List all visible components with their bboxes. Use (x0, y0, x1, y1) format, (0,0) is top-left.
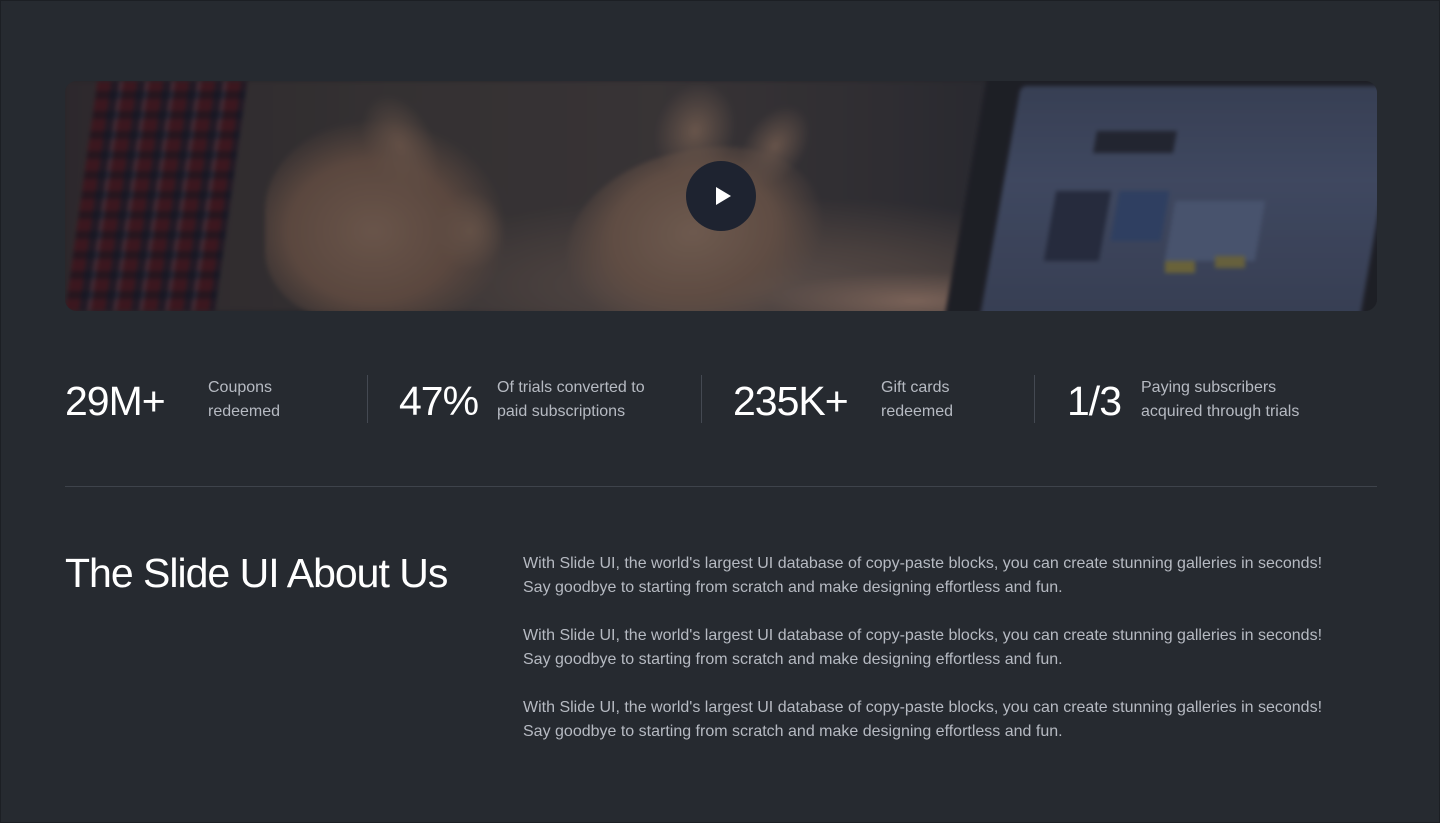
about-paragraph: With Slide UI, the world's largest UI da… (523, 555, 1323, 596)
stat-value: 47% (399, 377, 479, 424)
about-paragraph: With Slide UI, the world's largest UI da… (523, 627, 1323, 668)
stat-value: 29M+ (65, 377, 166, 424)
stat-divider (367, 375, 368, 423)
page: 29M+ Coupons redeemed 47% Of trials conv… (0, 0, 1440, 823)
about-paragraph: With Slide UI, the world's largest UI da… (523, 699, 1323, 740)
stat-divider (1034, 375, 1035, 423)
stats-row: 29M+ Coupons redeemed 47% Of trials conv… (65, 371, 1377, 431)
stat-coupons: 29M+ Coupons redeemed (65, 371, 280, 431)
play-icon (715, 187, 731, 205)
stat-gift-cards: 235K+ Gift cards redeemed (733, 371, 953, 431)
play-video-button[interactable] (686, 161, 756, 231)
stat-divider (701, 375, 702, 423)
stat-label: Paying subscribers acquired through tria… (1141, 379, 1300, 420)
about-description: With Slide UI, the world's largest UI da… (523, 552, 1393, 768)
stat-value: 235K+ (733, 377, 849, 424)
stat-value: 1/3 (1067, 377, 1122, 424)
stat-label: Of trials converted to paid subscription… (497, 379, 645, 420)
section-divider (65, 486, 1377, 487)
stat-paying-subscribers: 1/3 Paying subscribers acquired through … (1067, 371, 1299, 431)
stat-label: Gift cards redeemed (881, 379, 954, 420)
stat-trials-converted: 47% Of trials converted to paid subscrip… (399, 371, 645, 431)
stat-label: Coupons redeemed (208, 379, 281, 420)
video-banner[interactable] (65, 81, 1377, 311)
about-title: The Slide UI About Us (65, 550, 448, 596)
